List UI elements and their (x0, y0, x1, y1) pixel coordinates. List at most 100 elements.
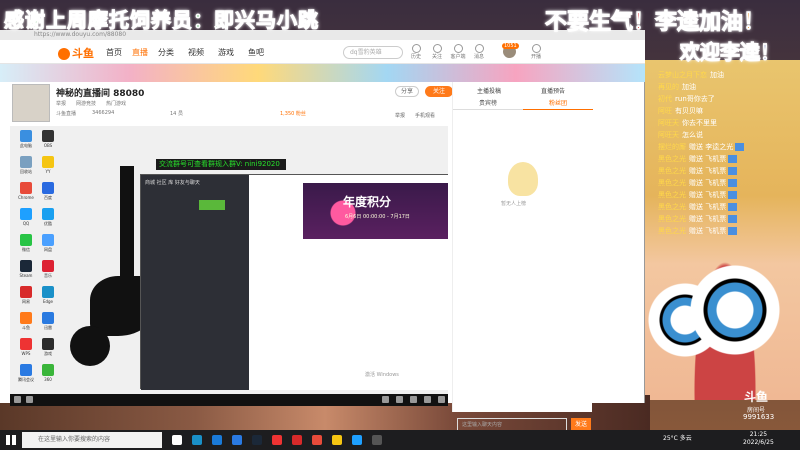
live-preview-link[interactable]: 直播预告 (541, 86, 565, 95)
danmaku-user[interactable]: 黑色之光 (658, 203, 686, 211)
webfull-icon[interactable] (438, 396, 445, 403)
play-icon[interactable] (14, 396, 21, 403)
stat-rank: 14 员 (170, 111, 183, 117)
desktop-app-icon[interactable] (20, 364, 32, 376)
danmaku-user[interactable]: 黑色之光 (658, 191, 686, 199)
tab-store[interactable]: 商城 (145, 180, 155, 186)
danmaku-user[interactable]: 阿旺 (658, 107, 672, 115)
desktop-app-icon[interactable] (20, 338, 32, 350)
video-player[interactable]: 此电脑 回收站 Chrome QQ 微信 Steam 网易 斗鱼 WPS 腾讯会议 OBS YY 百度优… (10, 126, 448, 406)
nav-category[interactable]: 分类 (158, 47, 174, 58)
nav-yuba[interactable]: 鱼吧 (248, 47, 264, 58)
theater-icon[interactable] (410, 396, 417, 403)
tab-community[interactable]: 社区 (157, 180, 167, 186)
windows-start-icon[interactable] (6, 435, 16, 445)
danmaku-user[interactable]: 初代 (658, 95, 672, 103)
desktop-app-icon[interactable] (42, 182, 54, 194)
phone-watch-link[interactable]: 手机观看 (415, 112, 435, 119)
desktop-app-icon[interactable] (20, 260, 32, 272)
mail-icon[interactable] (232, 435, 242, 445)
desktop-app-label: 网盘 (44, 247, 52, 252)
desktop-app-icon[interactable] (42, 286, 54, 298)
desktop-app-icon[interactable] (20, 234, 32, 246)
follow-button[interactable]: 关注 (426, 44, 448, 60)
play-button[interactable] (199, 200, 225, 210)
download-button[interactable]: 客户端 (447, 44, 469, 60)
nav-home[interactable]: 首页 (106, 47, 122, 58)
desktop-app-icon[interactable] (42, 234, 54, 246)
steam-icon[interactable] (252, 435, 262, 445)
danmaku-user[interactable]: 摆烂的厮 (658, 143, 686, 151)
promo-banner[interactable] (303, 183, 448, 239)
clock[interactable]: 21:25 2022/6/25 (743, 431, 774, 447)
desktop-app-icon[interactable] (42, 312, 54, 324)
follow-streamer-button[interactable]: 关注 (425, 86, 453, 97)
tag-report[interactable]: 举报 (56, 100, 66, 107)
desktop-app-icon[interactable] (42, 156, 54, 168)
chrome-icon[interactable] (312, 435, 322, 445)
danmaku-user[interactable]: 云梦山之月下恋 (658, 71, 707, 79)
volume-icon[interactable] (382, 396, 389, 403)
danmaku-user[interactable]: 阿旺天 (658, 131, 679, 139)
streamer-avatar[interactable] (12, 84, 50, 122)
danmaku-message: 再见的 加油 (658, 82, 696, 92)
tab-library[interactable]: 库 (168, 180, 173, 186)
message-button[interactable]: 消息 (468, 44, 490, 60)
danmaku-message: 黑色之光 赠送 飞机票 (658, 178, 738, 188)
files-icon[interactable] (332, 435, 342, 445)
desktop-app-label: 腾讯会议 (18, 377, 34, 382)
nav-live[interactable]: 直播 (132, 47, 148, 58)
history-button[interactable]: 历史 (405, 44, 427, 60)
share-button[interactable]: 分享 (395, 86, 419, 97)
rank-tabs: 贵宾榜 粉丝团 (453, 98, 593, 110)
danmaku-user[interactable]: 黑色之光 (658, 155, 686, 163)
stat-heat: 3466294 (92, 110, 115, 116)
report-link[interactable]: 举报 (395, 112, 405, 119)
desktop-app-icon[interactable] (20, 130, 32, 142)
desktop-app-icon[interactable] (42, 260, 54, 272)
task-view-icon[interactable] (172, 435, 182, 445)
taskbar-search[interactable]: 在这里输入你要搜索的内容 (22, 432, 162, 448)
gift-icon (728, 167, 738, 175)
danmaku-user[interactable]: 黑色之光 (658, 179, 686, 187)
netease-icon[interactable] (292, 435, 302, 445)
douyu-logo[interactable]: 斗鱼 (58, 45, 94, 61)
desktop-app-icon[interactable] (20, 312, 32, 324)
settings-icon[interactable] (396, 396, 403, 403)
game-icon[interactable] (272, 435, 282, 445)
tab-vip-rank[interactable]: 贵宾榜 (453, 98, 523, 110)
danmaku-user[interactable]: 黑色之光 (658, 167, 686, 175)
tab-friends[interactable]: 好友与聊天 (175, 180, 200, 186)
nav-video[interactable]: 视频 (188, 47, 204, 58)
desktop-app-icon[interactable] (20, 156, 32, 168)
search-input[interactable]: dq雪豹英雄 (343, 46, 403, 59)
obs-icon[interactable] (372, 435, 382, 445)
desktop-app-label: QQ (22, 221, 30, 226)
danmaku-user[interactable]: 黑色之光 (658, 227, 686, 235)
danmaku-user[interactable]: 再见的 (658, 83, 679, 91)
desktop-app-icon[interactable] (42, 208, 54, 220)
tab-fan-club[interactable]: 粉丝团 (523, 98, 593, 110)
refresh-icon[interactable] (26, 396, 33, 403)
fullscreen-icon[interactable] (424, 396, 431, 403)
danmaku-user[interactable]: 阿旺天 (658, 119, 679, 127)
qq-icon[interactable] (352, 435, 362, 445)
go-live-button[interactable]: 开播 (525, 44, 547, 60)
anchor-post-link[interactable]: 主播投稿 (477, 86, 501, 95)
douyu-watermark: 斗鱼 房间号 (742, 388, 770, 414)
go-live-label: 开播 (530, 54, 541, 60)
danmaku-text: 赠送 飞机票 (689, 203, 727, 211)
desktop-app-icon[interactable] (42, 364, 54, 376)
danmaku-user[interactable]: 黑色之光 (658, 215, 686, 223)
desktop-app-icon[interactable] (20, 182, 32, 194)
desktop-app-icon[interactable] (42, 130, 54, 142)
danmaku-message: 阿旺天 你去不里里 (658, 118, 717, 128)
nav-games[interactable]: 游戏 (218, 47, 234, 58)
tag-hot[interactable]: 热门游戏 (106, 100, 126, 107)
desktop-app-icon[interactable] (20, 208, 32, 220)
desktop-app-icon[interactable] (42, 338, 54, 350)
tag-category[interactable]: 网游竞技 (76, 100, 96, 107)
edge-icon[interactable] (192, 435, 202, 445)
desktop-app-icon[interactable] (20, 286, 32, 298)
store-icon[interactable] (212, 435, 222, 445)
